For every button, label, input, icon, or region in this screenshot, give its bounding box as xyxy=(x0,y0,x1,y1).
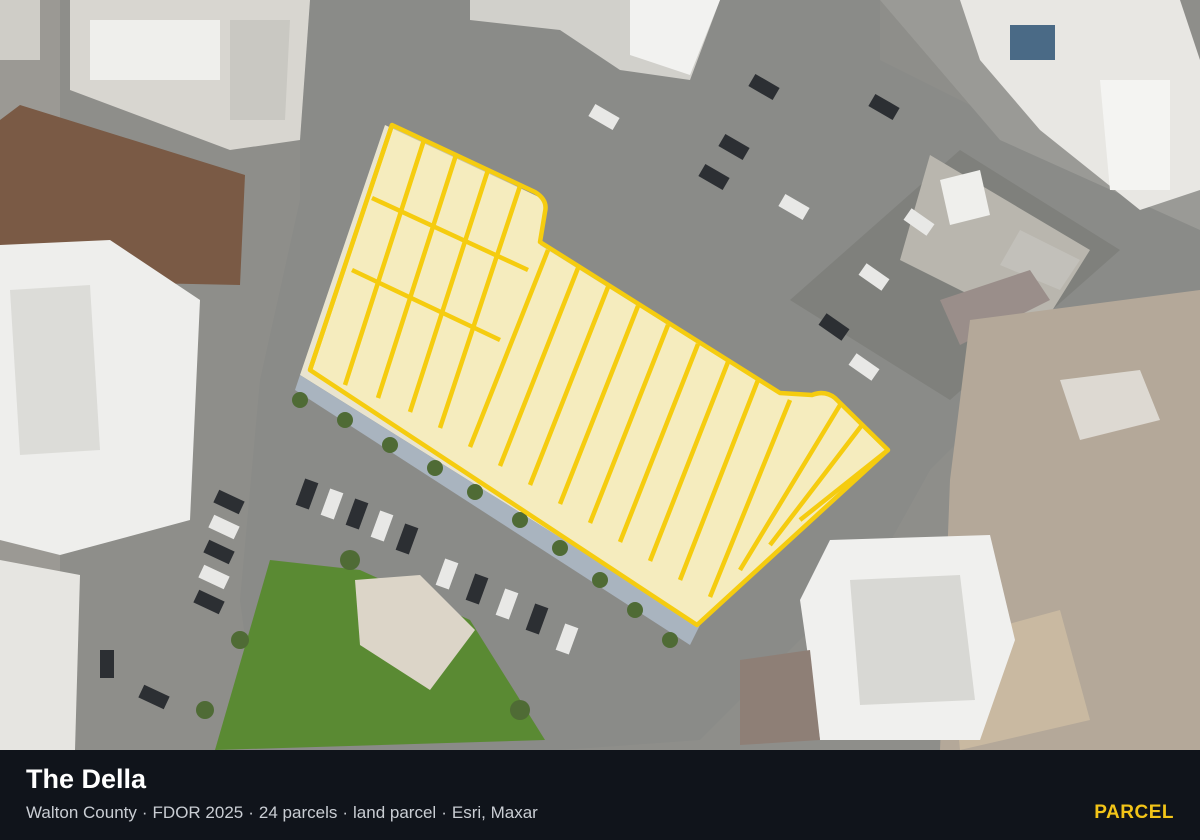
parcel-count-label: 24 parcels xyxy=(258,803,338,822)
aerial-map[interactable] xyxy=(0,0,1200,750)
place-title: The Della xyxy=(26,764,147,794)
map-info-footer: The Della Walton County · FDOR 2025 · 24 par… xyxy=(0,750,1200,840)
feature-type-label: land parcel xyxy=(353,803,437,822)
layer-type-badge: PARCEL xyxy=(1094,802,1174,823)
imagery-credit-label: Esri, Maxar xyxy=(451,803,538,822)
map-metadata: Walton County · FDOR 2025 · 24 parcels · land … xyxy=(26,803,538,822)
source-label: FDOR 2025 xyxy=(152,803,244,822)
county-label: Walton County xyxy=(26,803,137,822)
